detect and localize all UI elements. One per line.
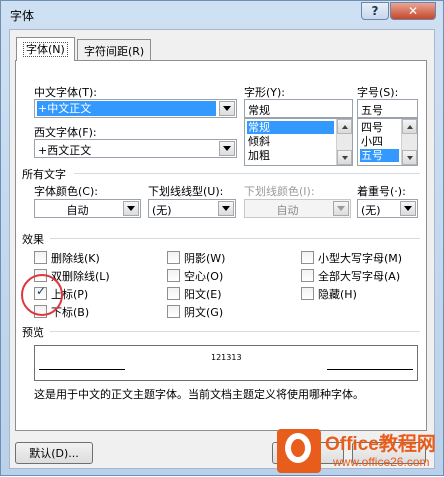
title-bar[interactable]: 字体 ? ✕	[1, 1, 443, 29]
font-size-value: 五号	[361, 104, 383, 117]
scroll-up-icon[interactable]	[337, 119, 352, 134]
font-size-scrollbar[interactable]	[401, 119, 417, 165]
emboss-checkbox[interactable]	[167, 287, 180, 300]
scroll-down-icon[interactable]	[402, 150, 417, 165]
divider	[50, 331, 420, 332]
tab-character-spacing[interactable]: 字符间距(R)	[77, 39, 152, 60]
effects-section-title: 效果	[22, 231, 48, 247]
small-caps-label: 小型大写字母(M)	[318, 252, 403, 265]
font-color-select[interactable]: 自动	[34, 199, 141, 218]
preview-baseline-right	[327, 369, 413, 370]
font-style-value: 常规	[248, 104, 270, 117]
font-size-option[interactable]: 小四	[360, 135, 383, 148]
font-style-label: 字形(Y):	[244, 86, 286, 99]
font-size-list[interactable]: 四号 小四 五号	[357, 118, 418, 166]
underline-style-select[interactable]: (无)	[148, 199, 236, 218]
chevron-down-icon[interactable]	[123, 201, 139, 216]
all-caps-label: 全部大写字母(A)	[318, 270, 401, 283]
chevron-down-icon[interactable]	[400, 201, 416, 216]
highlight-circle	[21, 274, 63, 316]
preview-description: 这是用于中文的正文主题字体。当前文档主题定义将使用哪种字体。	[34, 388, 364, 401]
font-style-option[interactable]: 加粗	[247, 149, 270, 162]
set-default-button[interactable]: 默认(D)...	[15, 442, 93, 464]
western-font-select[interactable]: +西文正文	[34, 139, 237, 158]
close-button[interactable]: ✕	[390, 2, 436, 20]
chevron-down-icon[interactable]	[218, 201, 234, 216]
shadow-label: 阴影(W)	[184, 252, 226, 265]
office-logo-icon	[277, 429, 321, 473]
dialog-client: 字体(N) 字符间距(R) 中文字体(T): +中文正文 字形(Y): 常规 常…	[9, 29, 435, 469]
font-size-label: 字号(S):	[357, 86, 399, 99]
chinese-font-select[interactable]: +中文正文	[34, 99, 237, 118]
all-caps-checkbox[interactable]	[301, 269, 314, 282]
font-size-option[interactable]: 五号	[360, 149, 399, 162]
emphasis-mark-select[interactable]: (无)	[357, 199, 418, 218]
watermark-brand: Office教程网	[325, 434, 436, 455]
chevron-down-icon[interactable]	[219, 141, 235, 156]
underline-color-value: 自动	[276, 204, 299, 217]
divider	[74, 173, 420, 174]
font-dialog: 字体 ? ✕ 字体(N) 字符间距(R) 中文字体(T): +中文正文 字形(Y…	[0, 0, 444, 476]
strikethrough-label: 删除线(K)	[51, 252, 100, 265]
engrave-checkbox[interactable]	[167, 305, 180, 318]
preview-baseline-left	[39, 369, 125, 370]
double-strikethrough-label: 双删除线(L)	[51, 270, 110, 283]
small-caps-checkbox[interactable]	[301, 251, 314, 264]
preview-section-title: 预览	[22, 324, 48, 340]
font-style-option[interactable]: 常规	[247, 121, 334, 134]
font-size-option[interactable]: 四号	[360, 121, 383, 134]
outline-label: 空心(O)	[184, 270, 224, 283]
watermark-logo: Office教程网 www.office26.com	[277, 425, 444, 477]
tab-font-label: 字体(N)	[23, 42, 68, 57]
tab-character-spacing-label: 字符间距(R)	[84, 45, 145, 58]
font-style-scrollbar[interactable]	[336, 119, 352, 165]
divider	[50, 238, 420, 239]
strikethrough-checkbox[interactable]	[34, 251, 47, 264]
preview-box: 121313	[34, 345, 418, 381]
shadow-checkbox[interactable]	[167, 251, 180, 264]
scroll-down-icon[interactable]	[337, 150, 352, 165]
preview-sample-text: 121313	[211, 353, 242, 362]
watermark-url: www.office26.com	[333, 455, 430, 469]
emphasis-mark-label: 着重号(·):	[357, 185, 406, 198]
western-font-value: +西文正文	[38, 144, 92, 157]
chevron-down-icon[interactable]	[219, 101, 235, 116]
font-color-label: 字体颜色(C):	[34, 185, 98, 198]
help-button[interactable]: ?	[361, 2, 389, 20]
font-style-list[interactable]: 常规 倾斜 加粗	[244, 118, 353, 166]
underline-color-select: 自动	[244, 199, 351, 218]
emphasis-mark-value: (无)	[361, 204, 381, 217]
outline-checkbox[interactable]	[167, 269, 180, 282]
all-text-section-title: 所有文字	[22, 166, 70, 182]
underline-style-value: (无)	[152, 204, 172, 217]
emboss-label: 阳文(E)	[184, 288, 222, 301]
font-style-input[interactable]: 常规	[244, 99, 353, 118]
engrave-label: 阴文(G)	[184, 306, 224, 319]
font-color-value: 自动	[66, 204, 89, 217]
font-size-input[interactable]: 五号	[357, 99, 418, 118]
scroll-up-icon[interactable]	[402, 119, 417, 134]
chevron-down-icon	[333, 201, 349, 216]
tab-font[interactable]: 字体(N)	[16, 37, 75, 61]
help-icon: ?	[371, 4, 379, 18]
chinese-font-value: +中文正文	[37, 101, 216, 116]
hidden-checkbox[interactable]	[301, 287, 314, 300]
underline-color-label: 下划线颜色(I):	[244, 185, 315, 198]
font-panel: 中文字体(T): +中文正文 字形(Y): 常规 常规 倾斜 加粗 字号(S):	[15, 60, 427, 431]
western-font-label: 西文字体(F):	[34, 126, 97, 139]
window-title: 字体	[10, 9, 35, 23]
hidden-label: 隐藏(H)	[318, 288, 357, 301]
chinese-font-label: 中文字体(T):	[34, 86, 98, 99]
close-icon: ✕	[407, 4, 419, 18]
underline-style-label: 下划线线型(U):	[148, 185, 224, 198]
font-style-option[interactable]: 倾斜	[247, 135, 270, 148]
